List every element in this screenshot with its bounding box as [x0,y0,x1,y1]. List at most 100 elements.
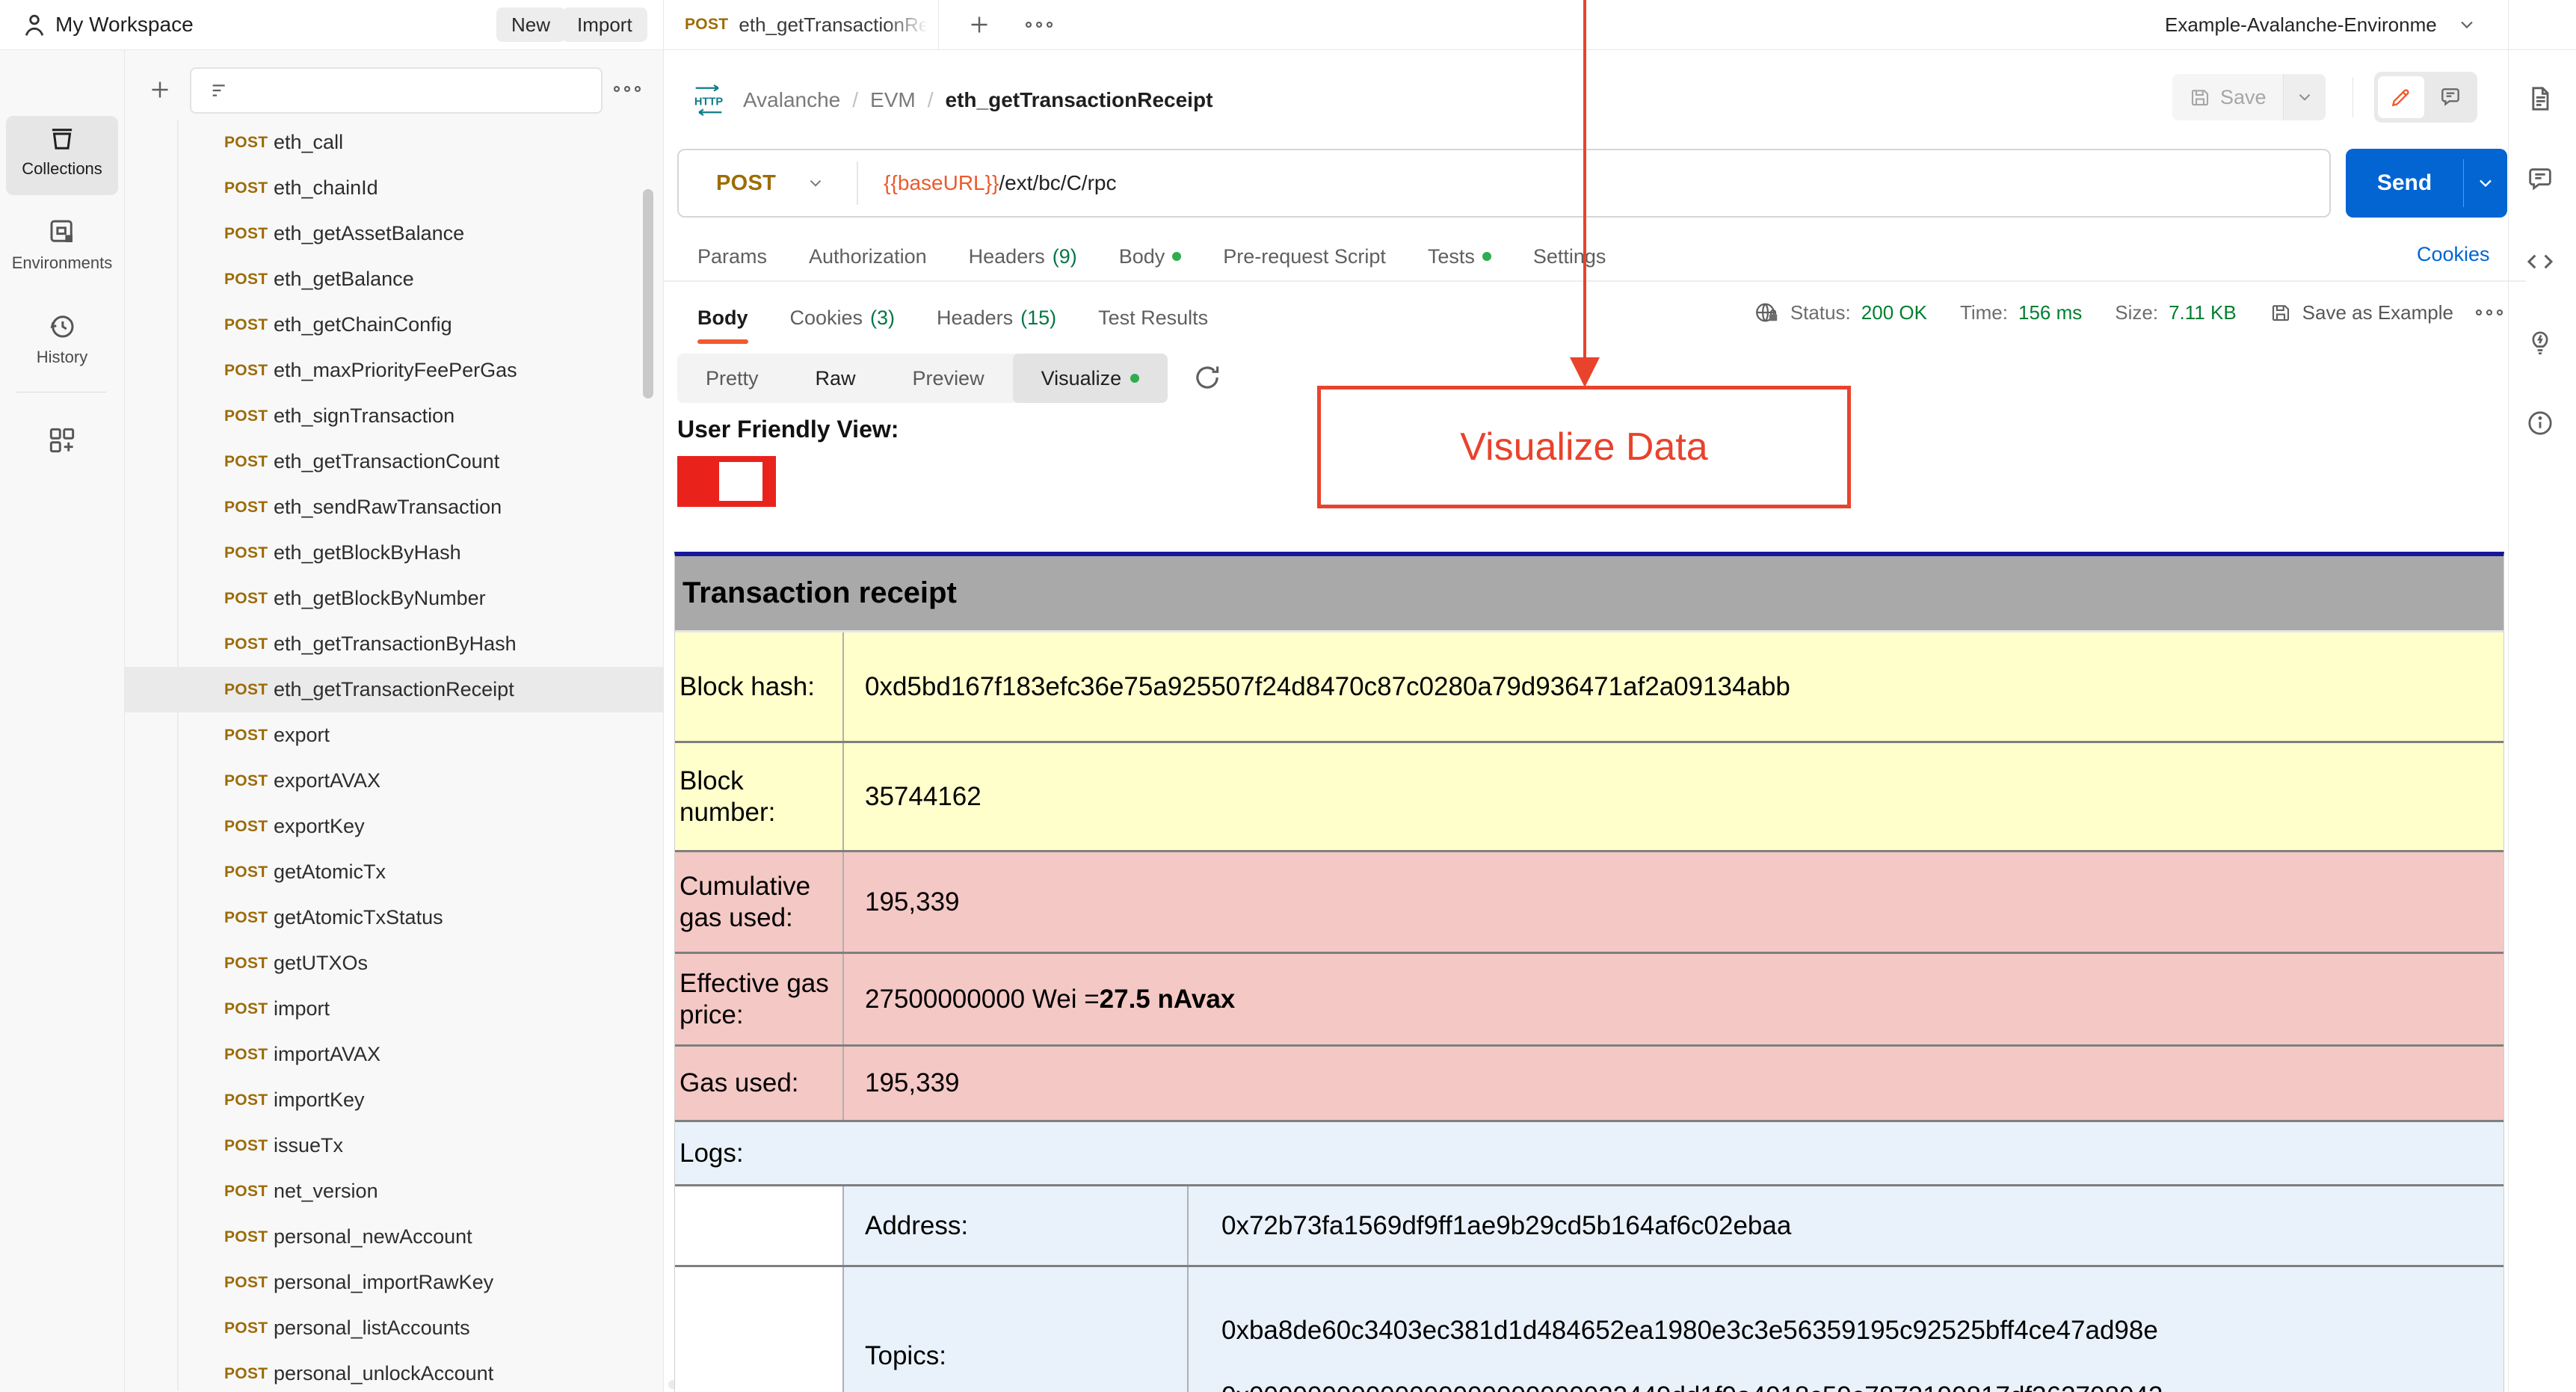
new-button[interactable]: New [496,7,566,42]
user-icon[interactable] [19,10,49,40]
response-more-options-icon[interactable] [2474,307,2504,318]
log-row-topics: Topics: 0xba8de60c3403ec381d1d484652ea198… [675,1265,2503,1392]
sidebar-item-eth-gettransactioncount[interactable]: POST eth_getTransactionCount [125,439,663,484]
globe-lock-icon[interactable] [1753,299,1780,326]
view-tab-raw[interactable]: Raw [787,354,884,403]
info-icon[interactable] [2525,408,2555,438]
comments-button[interactable] [2427,76,2474,118]
sidebar-item-importkey[interactable]: POST importKey [125,1077,663,1123]
sidebar-item-personal-importrawkey[interactable]: POST personal_importRawKey [125,1260,663,1305]
sidebar-item-exportavax[interactable]: POST exportAVAX [125,758,663,804]
request-tab-body[interactable]: Body [1119,245,1182,268]
tab-method-badge: POST [685,16,729,33]
request-name: getUTXOs [274,952,369,974]
sidebar-item-eth-getblockbynumber[interactable]: POST eth_getBlockByNumber [125,576,663,621]
url-input[interactable]: {{baseURL}}/ext/bc/C/rpc [884,171,1116,195]
environment-selector[interactable]: Example-Avalanche-Environme [2165,0,2477,49]
response-tab-headers[interactable]: Headers (15) [937,290,1056,345]
rail-item-collections[interactable]: Collections [0,159,124,179]
method-badge: POST [224,589,268,607]
sidebar-item-eth-call[interactable]: POST eth_call [125,120,663,165]
rail-item-history[interactable]: History [0,348,124,367]
view-tab-preview[interactable]: Preview [884,354,1013,403]
add-request-icon[interactable] [147,76,173,103]
sidebar-item-personal-listaccounts[interactable]: POST personal_listAccounts [125,1305,663,1351]
log-spacer-cell [675,1267,844,1392]
size-value[interactable]: 7.11 KB [2169,301,2237,324]
request-name: getAtomicTxStatus [274,906,443,928]
sidebar-item-getatomictx[interactable]: POST getAtomicTx [125,849,663,895]
sidebar-item-eth-gettransactionbyhash[interactable]: POST eth_getTransactionByHash [125,621,663,667]
tab-more-options-icon[interactable] [1023,19,1056,30]
sidebar-item-eth-maxpriorityfeepergas[interactable]: POST eth_maxPriorityFeePerGas [125,348,663,393]
sidebar-item-eth-signtransaction[interactable]: POST eth_signTransaction [125,393,663,439]
request-tab-settings[interactable]: Settings [1533,245,1606,268]
method-badge: POST [224,680,268,698]
send-button[interactable]: Send [2346,149,2463,218]
import-button[interactable]: Import [562,7,647,42]
collections-icon[interactable] [0,123,124,155]
sidebar-item-eth-getchainconfig[interactable]: POST eth_getChainConfig [125,302,663,348]
method-chevron-icon[interactable] [806,173,825,193]
request-tab-tests[interactable]: Tests [1428,245,1491,268]
request-info-lightbulb-icon[interactable] [2525,326,2555,356]
workspace-title[interactable]: My Workspace [55,13,194,37]
view-tab-pretty[interactable]: Pretty [677,354,787,403]
edit-documentation-button[interactable] [2378,76,2424,118]
comments-panel-icon[interactable] [2525,164,2555,194]
sidebar-item-eth-getbalance[interactable]: POST eth_getBalance [125,256,663,302]
request-name: personal_listAccounts [274,1316,470,1339]
sidebar-filter-input[interactable] [190,67,603,114]
sidebar-item-eth-chainid[interactable]: POST eth_chainId [125,165,663,211]
documentation-icon[interactable] [2525,84,2555,114]
save-options-button[interactable] [2282,74,2326,120]
user-friendly-view-toggle[interactable] [677,456,776,507]
sidebar-item-importavax[interactable]: POST importAVAX [125,1032,663,1077]
left-rail: Collections Environments History [0,50,124,1392]
sidebar-item-personal-unlockaccount[interactable]: POST personal_unlockAccount [125,1351,663,1392]
method-badge: POST [224,1000,268,1017]
annotation-text: Visualize Data [1460,425,1708,469]
send-options-button[interactable] [2464,149,2507,218]
sidebar-item-getatomictxstatus[interactable]: POST getAtomicTxStatus [125,895,663,940]
response-tab-cookies[interactable]: Cookies (3) [790,290,896,345]
sidebar-item-issuetx[interactable]: POST issueTx [125,1123,663,1168]
sidebar-item-personal-newaccount[interactable]: POST personal_newAccount [125,1214,663,1260]
request-tab-pre-request-script[interactable]: Pre-request Script [1223,245,1386,268]
breadcrumb-collection[interactable]: Avalanche [743,88,840,112]
refresh-icon[interactable] [1192,362,1223,393]
request-tab-params[interactable]: Params [697,245,767,268]
sidebar-item-eth-gettransactionreceipt[interactable]: POST eth_getTransactionReceipt [125,667,663,712]
toggle-knob [719,462,762,501]
log-field-label: Topics: [844,1267,1189,1392]
sidebar-item-export[interactable]: POST export [125,712,663,758]
new-tab-icon[interactable] [966,11,993,38]
method-selector[interactable]: POST [716,171,776,196]
sidebar-item-net-version[interactable]: POST net_version [125,1168,663,1214]
save-button[interactable]: Save [2172,74,2283,120]
breadcrumb-request-name[interactable]: eth_getTransactionReceipt [946,88,1213,112]
sidebar-item-exportkey[interactable]: POST exportKey [125,804,663,849]
sidebar-more-options-icon[interactable] [611,84,643,94]
request-tab-authorization[interactable]: Authorization [809,245,927,268]
sidebar-item-eth-sendrawtransaction[interactable]: POST eth_sendRawTransaction [125,484,663,530]
view-tab-visualize[interactable]: Visualize [1012,354,1168,403]
cookies-link[interactable]: Cookies [2417,243,2490,266]
sidebar-item-eth-getblockbyhash[interactable]: POST eth_getBlockByHash [125,530,663,576]
sidebar-item-getutxos[interactable]: POST getUTXOs [125,940,663,986]
sidebar-item-import[interactable]: POST import [125,986,663,1032]
open-request-tab[interactable]: POST eth_getTransactionRece [664,0,939,49]
rail-item-environments[interactable]: Environments [0,253,124,273]
response-tab-test-results[interactable]: Test Results [1098,290,1208,345]
history-icon[interactable] [0,310,124,342]
save-as-example-button[interactable]: Save as Example [2302,301,2453,324]
request-tab-headers[interactable]: Headers (9) [969,245,1077,268]
status-value[interactable]: 200 OK [1861,301,1927,324]
code-snippet-icon[interactable] [2525,247,2555,277]
time-value[interactable]: 156 ms [2018,301,2082,324]
sidebar-item-eth-getassetbalance[interactable]: POST eth_getAssetBalance [125,211,663,256]
response-tab-body[interactable]: Body [697,290,748,345]
more-tools-icon[interactable] [0,424,124,457]
breadcrumb-folder[interactable]: EVM [870,88,916,112]
environments-icon[interactable] [0,216,124,247]
